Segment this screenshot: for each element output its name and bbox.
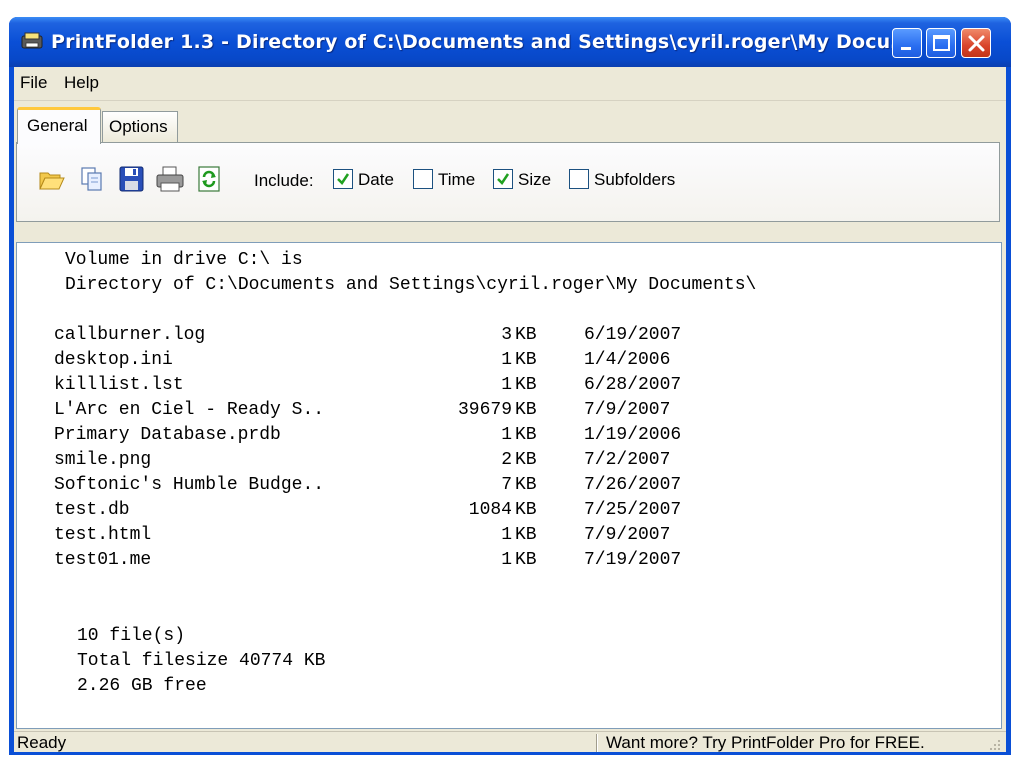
file-size-unit: KB: [515, 350, 537, 370]
file-name: L'Arc en Ciel - Ready S..: [54, 400, 325, 420]
file-date: 7/19/2007: [584, 550, 682, 570]
window-title: PrintFolder 1.3 - Directory of C:\Docume…: [51, 31, 910, 53]
file-date: 1/4/2006: [584, 350, 671, 370]
print-icon[interactable]: [155, 165, 185, 193]
file-date: 7/9/2007: [584, 400, 671, 420]
file-size: 7: [501, 475, 512, 495]
file-size-unit: KB: [515, 325, 537, 345]
maximize-icon: [933, 35, 950, 51]
file-size-unit: KB: [515, 400, 537, 420]
file-size-unit: KB: [515, 525, 537, 545]
app-icon[interactable]: [21, 32, 43, 50]
file-size-unit: KB: [515, 425, 537, 445]
file-date: 1/19/2006: [584, 425, 682, 445]
file-size: 1: [501, 350, 512, 370]
file-name: callburner.log: [54, 325, 206, 345]
file-date: 6/28/2007: [584, 375, 682, 395]
file-date: 7/9/2007: [584, 525, 671, 545]
file-size-unit: KB: [515, 450, 537, 470]
menu-help[interactable]: Help: [64, 73, 99, 93]
summary-count: 10 file(s): [77, 626, 186, 646]
tab-control: General Options Include: Date Time Size …: [14, 101, 1006, 241]
file-size-unit: KB: [515, 550, 537, 570]
menu-bar: File Help: [14, 67, 1006, 101]
file-size: 1: [501, 375, 512, 395]
time-label[interactable]: Time: [438, 170, 475, 190]
maximize-button[interactable]: [926, 28, 956, 58]
close-icon: [968, 35, 985, 52]
summary-free: 2.26 GB free: [77, 676, 207, 696]
checkmark-icon: [497, 173, 510, 185]
general-tab-panel: Include: Date Time Size Subfolders: [16, 142, 1000, 222]
status-bar: Ready Want more? Try PrintFolder Pro for…: [14, 731, 1006, 752]
subfolders-label[interactable]: Subfolders: [594, 170, 675, 190]
file-size-unit: KB: [515, 475, 537, 495]
file-size: 2: [501, 450, 512, 470]
file-date: 7/2/2007: [584, 450, 671, 470]
file-name: Primary Database.prdb: [54, 425, 281, 445]
file-date: 7/25/2007: [584, 500, 682, 520]
file-name: desktop.ini: [54, 350, 173, 370]
save-icon[interactable]: [117, 165, 147, 193]
menu-file[interactable]: File: [20, 73, 47, 93]
file-name: Softonic's Humble Budge..: [54, 475, 325, 495]
summary-total: Total filesize 40774 KB: [77, 651, 326, 671]
file-size: 3: [501, 325, 512, 345]
tab-options[interactable]: Options: [102, 111, 178, 143]
close-button[interactable]: [961, 28, 991, 58]
directory-listing[interactable]: Volume in drive C:\ is Directory of C:\D…: [16, 242, 1002, 729]
title-bar[interactable]: PrintFolder 1.3 - Directory of C:\Docume…: [9, 17, 1011, 67]
size-checkbox[interactable]: [493, 169, 513, 189]
file-size: 1: [501, 550, 512, 570]
promo-text[interactable]: Want more? Try PrintFolder Pro for FREE.: [606, 733, 925, 753]
window-client: File Help General Options Include: Date …: [14, 67, 1006, 752]
date-checkbox[interactable]: [333, 169, 353, 189]
file-size-unit: KB: [515, 375, 537, 395]
tab-general[interactable]: General: [17, 107, 101, 144]
app-window: PrintFolder 1.3 - Directory of C:\Docume…: [9, 17, 1011, 755]
file-size: 1084: [468, 500, 512, 520]
status-divider: [596, 734, 598, 752]
file-name: smile.png: [54, 450, 152, 470]
file-size: 1: [501, 525, 512, 545]
file-name: test.db: [54, 500, 130, 520]
file-name: test01.me: [54, 550, 152, 570]
file-size: 1: [501, 425, 512, 445]
status-text: Ready: [17, 733, 67, 752]
include-label: Include:: [254, 171, 314, 190]
size-label[interactable]: Size: [518, 170, 551, 190]
checkmark-icon: [337, 173, 350, 185]
resize-grip-icon[interactable]: [986, 736, 1002, 752]
file-name: test.html: [54, 525, 152, 545]
volume-line: Volume in drive C:\ is: [65, 250, 303, 270]
minimize-button[interactable]: [892, 28, 922, 58]
file-size: 39679: [457, 400, 512, 420]
open-folder-icon[interactable]: [37, 165, 67, 193]
file-name: killlist.lst: [54, 375, 184, 395]
date-label[interactable]: Date: [358, 170, 394, 190]
refresh-icon[interactable]: [195, 165, 225, 193]
file-size-unit: KB: [515, 500, 537, 520]
subfolders-checkbox[interactable]: [569, 169, 589, 189]
directory-line: Directory of C:\Documents and Settings\c…: [65, 275, 757, 295]
copy-icon[interactable]: [77, 165, 107, 193]
file-date: 6/19/2007: [584, 325, 682, 345]
minimize-icon: [901, 47, 911, 50]
file-date: 7/26/2007: [584, 475, 682, 495]
time-checkbox[interactable]: [413, 169, 433, 189]
